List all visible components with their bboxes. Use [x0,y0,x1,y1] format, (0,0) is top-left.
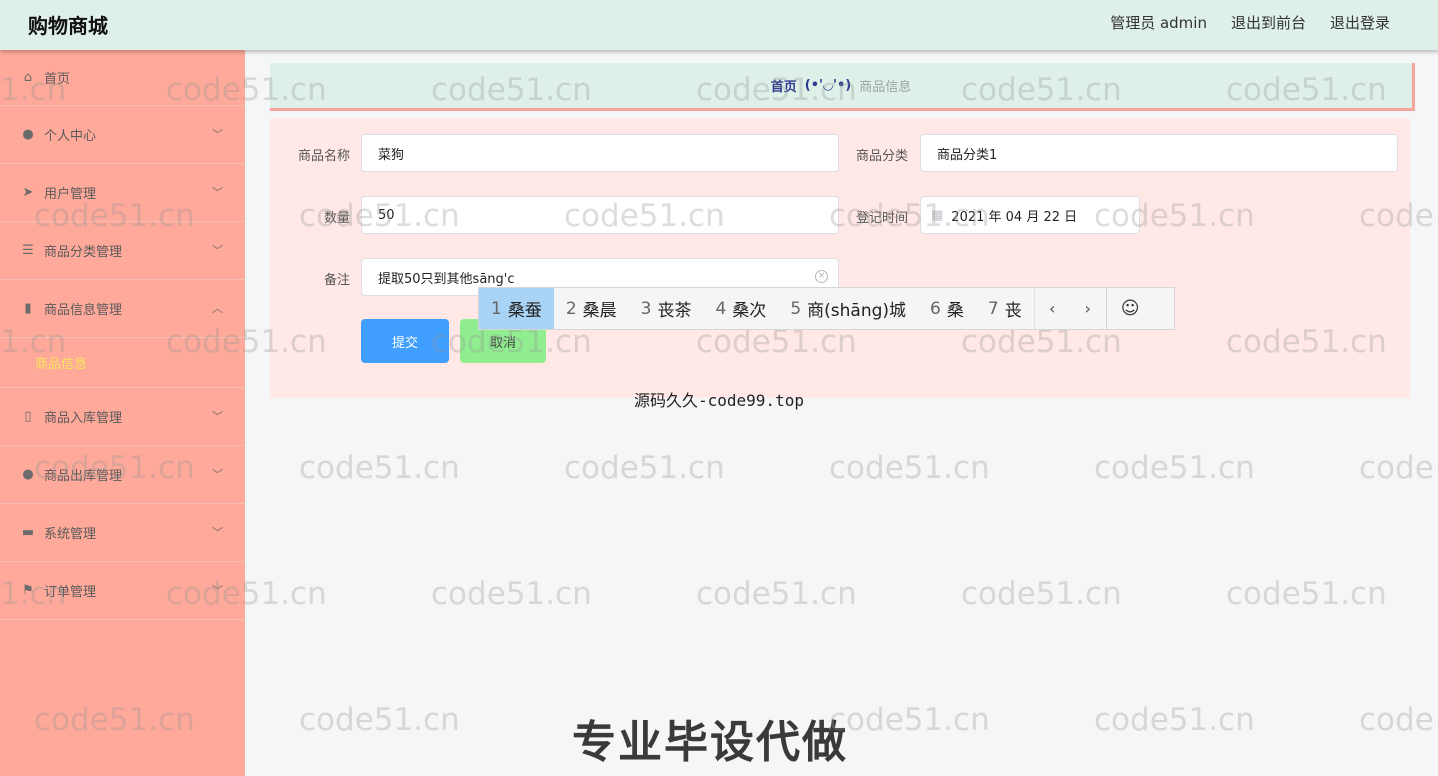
watermark: code [1359,702,1434,738]
register-time-picker[interactable]: ▦ 2021 年 04 月 22 日 [920,196,1140,234]
sidebar-item-home[interactable]: ⌂ 首页 [0,50,245,106]
ime-prev-icon[interactable]: ‹ [1033,288,1070,329]
sidebar-item-label: 商品入库管理 [44,411,123,426]
sidebar-item-label: 商品出库管理 [44,469,123,484]
sidebar-item-stock-in-management[interactable]: ▯ 商品入库管理 ﹀ [0,388,245,446]
sidebar-item-stock-out-management[interactable]: ● 商品出库管理 ﹀ [0,446,245,504]
sidebar-item-label: 首页 [44,72,71,87]
top-header: 购物商城 管理员 admin 退出到前台 退出登录 [0,0,1438,50]
logout-link[interactable]: 退出登录 [1330,12,1390,33]
chevron-down-icon: ﹀ [212,128,223,141]
ime-candidate[interactable]: 3 丧茶 [629,288,704,329]
watermark: code51.cn [299,450,460,486]
quantity-value: 50 [378,207,395,223]
breadcrumb-home[interactable]: 首页 [771,76,797,95]
product-name-value: 菜狗 [378,147,405,163]
watermark: code51.cn [299,702,460,738]
product-category-input[interactable]: 商品分类1 [920,134,1398,172]
watermark: code51.cn [829,450,990,486]
video-caption: 源码久久-code99.top [634,391,804,410]
chevron-down-icon: ﹀ [212,410,223,423]
submit-button[interactable]: 提交 [361,319,449,363]
watermark: code51.cn [1226,576,1387,612]
emoji-icon[interactable]: ☺ [1105,288,1154,329]
chevron-up-icon: ︿ [212,302,223,315]
watermark: code51.cn [431,576,592,612]
sidebar-item-system-management[interactable]: ▬ 系统管理 ﹀ [0,504,245,562]
watermark: code51.cn [961,576,1122,612]
remark-label: 备注 [323,273,350,288]
sidebar-item-order-management[interactable]: ⚑ 订单管理 ﹀ [0,562,245,620]
chevron-down-icon: ﹀ [212,468,223,481]
home-icon: ⌂ [23,69,33,85]
promo-text: 专业毕设代做 [572,717,848,768]
phone-icon: ▯ [24,408,32,424]
breadcrumb-separator: (•'◡'•) [804,78,852,93]
exit-to-frontend-link[interactable]: 退出到前台 [1231,12,1306,33]
sidebar: ⌂ 首页 ● 个人中心 ﹀ ➤ 用户管理 ﹀ ☰ 商品分类管理 ﹀ ▮ 商品信息… [0,50,245,776]
user-icon: ● [22,126,34,142]
product-form: 商品名称 菜狗 商品分类 商品分类1 数量 50 登记时间 ▦ 2021 年 0… [270,118,1410,398]
sidebar-item-product-info-management[interactable]: ▮ 商品信息管理 ︿ [0,280,245,338]
product-category-label: 商品分类 [855,149,908,164]
chevron-down-icon: ﹀ [212,186,223,199]
ticket-icon: ▬ [21,524,35,540]
watermark: code [1359,450,1434,486]
sidebar-item-user-management[interactable]: ➤ 用户管理 ﹀ [0,164,245,222]
sidebar-item-label: 个人中心 [44,129,97,144]
ime-candidate[interactable]: 7丧 [976,288,1034,329]
calendar-icon: ▦ [931,207,944,223]
sidebar-item-label: 商品分类管理 [44,245,123,260]
quantity-input[interactable]: 50 [361,196,839,234]
product-name-input[interactable]: 菜狗 [361,134,839,172]
breadcrumb: 首页 (•'◡'•) 商品信息 [270,63,1415,111]
remark-value: 提取50只到其他sāng'c [378,271,515,287]
send-icon: ➤ [22,184,34,200]
sidebar-item-label: 系统管理 [44,527,97,542]
admin-user-link[interactable]: 管理员 admin [1110,12,1207,33]
chevron-down-icon: ﹀ [212,526,223,539]
register-time-label: 登记时间 [855,211,908,226]
product-name-label: 商品名称 [297,149,350,164]
ime-candidate[interactable]: 4 桑次 [703,288,778,329]
clear-icon[interactable]: × [815,270,828,283]
watermark: code51.cn [829,702,990,738]
bar-chart-icon: ▮ [24,300,32,316]
ime-candidate[interactable]: 5 商(shāng)城 [778,288,918,329]
ime-candidate[interactable]: 2 桑晨 [554,288,629,329]
chevron-down-icon: ﹀ [212,244,223,257]
breadcrumb-current: 商品信息 [859,80,912,95]
watermark: code51.cn [564,450,725,486]
ime-candidate[interactable]: 1 桑蚕 [479,288,554,329]
sliders-icon: ☰ [22,242,34,258]
bulb-icon: ● [22,466,34,482]
sidebar-subitem-product-info[interactable]: 商品信息 [0,338,245,388]
ime-candidate[interactable]: 6桑 [918,288,976,329]
app-title: 购物商城 [28,14,108,38]
watermark: code51.cn [696,576,857,612]
product-category-value: 商品分类1 [937,147,998,163]
header-nav: 管理员 admin 退出到前台 退出登录 [1110,12,1390,33]
sidebar-item-category-management[interactable]: ☰ 商品分类管理 ﹀ [0,222,245,280]
ime-candidate-bar: 1 桑蚕 2 桑晨 3 丧茶 4 桑次 5 商(shāng)城 6桑 7丧 ‹ › ☺ [478,287,1175,330]
watermark: code51.cn [1094,702,1255,738]
watermark: code51.cn [1094,450,1255,486]
sidebar-item-personal-center[interactable]: ● 个人中心 ﹀ [0,106,245,164]
ime-next-icon[interactable]: › [1070,288,1106,329]
chevron-down-icon: ﹀ [212,584,223,597]
quantity-label: 数量 [323,211,350,226]
sidebar-item-label: 商品信息管理 [44,303,123,318]
flag-icon: ⚑ [22,582,34,598]
register-time-value: 2021 年 04 月 22 日 [951,209,1078,225]
sidebar-item-label: 用户管理 [44,187,97,202]
sidebar-item-label: 订单管理 [44,585,97,600]
